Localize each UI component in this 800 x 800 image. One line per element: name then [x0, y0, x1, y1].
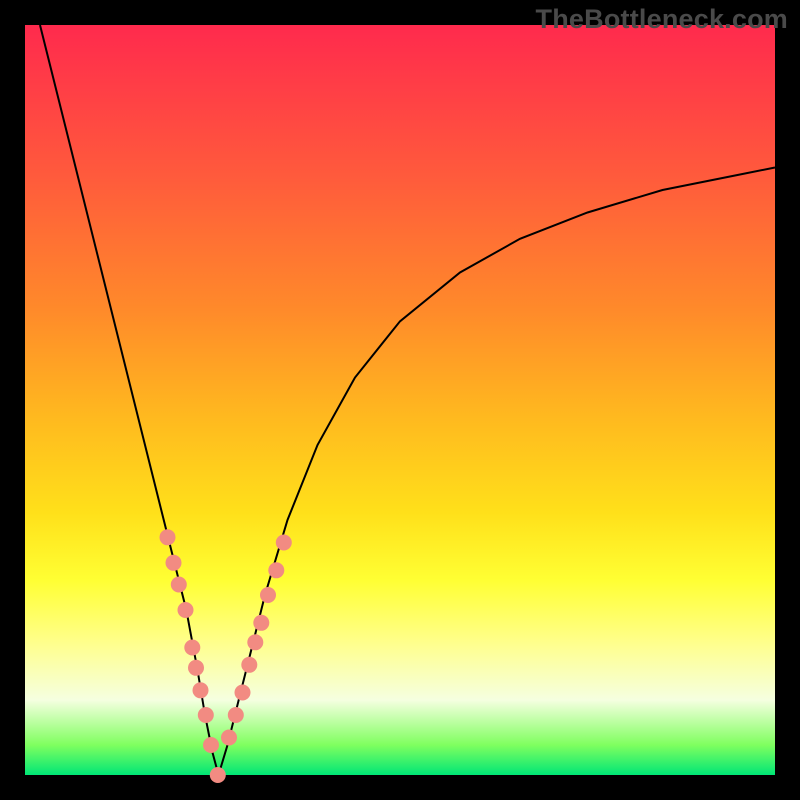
marker-dot: [210, 767, 226, 783]
marker-dot: [171, 577, 187, 593]
marker-dot: [203, 737, 219, 753]
marker-dot: [166, 555, 182, 571]
marker-dot: [235, 685, 251, 701]
plot-svg: [0, 0, 800, 800]
marker-dot: [268, 562, 284, 578]
marker-dot: [178, 602, 194, 618]
marker-dot: [247, 634, 263, 650]
marker-dot: [228, 707, 244, 723]
marker-dot: [188, 660, 204, 676]
marker-dot: [193, 682, 209, 698]
marker-dot: [184, 640, 200, 656]
marker-dot: [260, 587, 276, 603]
marker-dot: [160, 529, 176, 545]
marker-dot: [221, 730, 237, 746]
marker-dot: [253, 615, 269, 631]
marker-dot: [198, 707, 214, 723]
marker-group: [160, 529, 292, 783]
marker-dot: [241, 657, 257, 673]
marker-dot: [276, 535, 292, 551]
right-curve: [219, 168, 776, 776]
